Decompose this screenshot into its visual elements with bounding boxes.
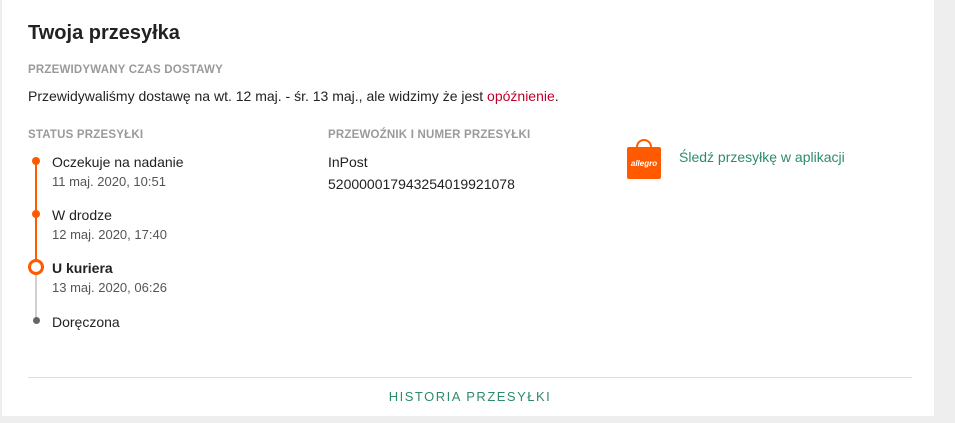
status-label: STATUS PRZESYŁKI: [28, 129, 144, 141]
timeline-dot-current: [28, 259, 44, 275]
step-title-current: U kuriera: [52, 260, 113, 276]
step-title: Doręczona: [52, 314, 120, 330]
track-in-app-link[interactable]: Śledź przesyłkę w aplikacji: [679, 149, 845, 165]
shipment-card: Twoja przesyłka PRZEWIDYWANY CZAS DOSTAW…: [2, 0, 934, 416]
timeline-dot-pending: [33, 317, 40, 324]
timeline-dot-done: [32, 210, 40, 218]
timeline-line-pending: [35, 275, 37, 319]
allegro-bag-icon[interactable]: allegro: [627, 139, 661, 179]
step-title: Oczekuje na nadanie: [52, 154, 184, 170]
step-date: 11 maj. 2020, 10:51: [52, 174, 166, 189]
shipment-history-button[interactable]: HISTORIA PRZESYŁKI: [28, 389, 912, 404]
eta-label: PRZEWIDYWANY CZAS DOSTAWY: [28, 64, 223, 76]
eta-text-before: Przewidywaliśmy dostawę na wt. 12 maj. -…: [28, 88, 488, 104]
bag-body: allegro: [627, 147, 661, 179]
step-date: 12 maj. 2020, 17:40: [52, 227, 167, 242]
eta-text-after: .: [554, 88, 559, 104]
timeline-dot-done: [32, 157, 40, 165]
carrier-label: PRZEWOŹNIK I NUMER PRZESYŁKI: [328, 129, 531, 141]
tracking-number: 520000017943254019921078: [328, 176, 515, 192]
delay-word: opóźnienie: [487, 88, 555, 104]
step-date: 13 maj. 2020, 06:26: [52, 280, 167, 295]
card-title: Twoja przesyłka: [28, 22, 180, 44]
divider: [28, 377, 912, 378]
allegro-logo-text: allegro: [630, 158, 658, 168]
eta-text: Przewidywaliśmy dostawę na wt. 12 maj. -…: [28, 88, 559, 104]
carrier-name: InPost: [328, 154, 368, 170]
step-title: W drodze: [52, 207, 112, 223]
